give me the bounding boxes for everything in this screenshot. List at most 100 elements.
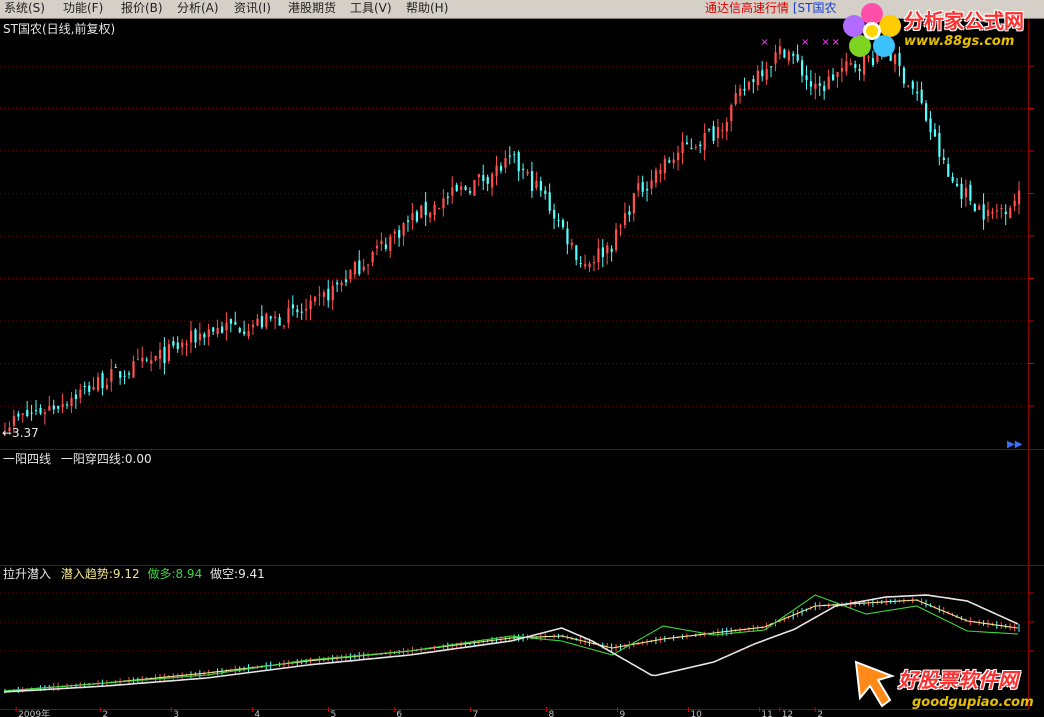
candle-body <box>730 105 733 121</box>
candle-body <box>792 53 795 56</box>
candle-body <box>920 89 923 103</box>
candle-body <box>429 212 432 218</box>
candle-body <box>70 397 73 407</box>
candle-body <box>548 192 551 211</box>
candle-body <box>526 171 529 174</box>
candle-body <box>256 318 259 326</box>
candle-body <box>840 67 844 72</box>
candle-body <box>530 171 534 191</box>
candle-body <box>783 49 786 58</box>
candle-body <box>677 152 680 161</box>
axis-label: 4 <box>254 710 260 717</box>
candle-body <box>557 219 560 221</box>
scroll-right-icon: ▶▶ <box>1007 439 1023 450</box>
axis-label: 9 <box>619 710 625 717</box>
candle-body <box>141 357 144 362</box>
candle-body <box>827 76 830 90</box>
candle-body <box>189 330 193 343</box>
candle-body <box>801 60 804 76</box>
candle-body <box>225 322 228 331</box>
candle-body <box>327 288 330 301</box>
legend-zuoduo: 做多:8.94 <box>147 567 203 581</box>
candle-body <box>150 360 153 364</box>
candle-body <box>858 68 861 72</box>
candle-body <box>34 410 38 412</box>
candle-body <box>238 327 241 333</box>
candle-body <box>579 263 582 265</box>
candle-body <box>956 184 959 187</box>
candle-body <box>247 331 250 337</box>
candle-body <box>282 325 286 327</box>
candle-body <box>362 266 365 271</box>
candle-body <box>52 405 55 410</box>
candle-body <box>663 158 666 174</box>
candle-body <box>375 245 379 249</box>
candle-body <box>499 165 503 171</box>
candle-body <box>951 176 954 182</box>
logo-top-url: www.88gs.com <box>904 34 1015 49</box>
signal-panel-label: 一阳四线 一阳穿四线:0.00 <box>3 452 152 466</box>
candle-body <box>229 318 233 324</box>
candle-body <box>442 198 445 209</box>
candle-body <box>508 155 511 157</box>
site-logo-top: 分析家公式网 www.88gs.com <box>840 0 1044 60</box>
candle-body <box>119 371 122 378</box>
logo-bottom-title: 好股票软件网 <box>898 668 1018 692</box>
candle-body <box>305 308 308 311</box>
candle-body <box>287 308 290 324</box>
candle-body <box>818 83 821 86</box>
candle-body <box>588 263 591 268</box>
candle-body <box>181 342 184 348</box>
candle-body <box>1013 200 1016 207</box>
candle-body <box>163 346 166 364</box>
signal-marker: × <box>821 37 829 48</box>
candle-body <box>154 355 157 361</box>
candle-body <box>809 81 813 87</box>
candle-body <box>185 343 188 345</box>
candle-body <box>601 247 604 257</box>
axis-label: 7 <box>472 710 478 717</box>
candle-body <box>265 313 268 328</box>
candle-body <box>331 285 334 301</box>
candle-body <box>592 262 596 264</box>
candle-body <box>491 173 494 188</box>
candle-body <box>734 93 737 105</box>
candle-body <box>65 404 69 406</box>
candle-body <box>721 129 724 131</box>
candle-body <box>26 410 29 417</box>
main-chart-title: ST国农(日线,前复权) <box>3 22 116 36</box>
chart-area[interactable]: × × × ×▶▶ 2009年 2 3 4 5 6 7 8 9 10 11 12 2 <box>0 0 1044 717</box>
candle-body <box>632 193 635 214</box>
axis-label: 12 <box>782 710 793 717</box>
candle-body <box>690 147 693 149</box>
candle-body <box>539 181 542 191</box>
candle-body <box>845 61 848 72</box>
candle-body <box>57 406 60 409</box>
candle-body <box>973 204 976 212</box>
candle-body <box>380 240 383 245</box>
candle-body <box>367 264 370 266</box>
candle-body <box>243 331 246 334</box>
candle-body <box>685 142 689 145</box>
candle-body <box>991 211 994 214</box>
candle-body <box>570 242 573 246</box>
candle-body <box>30 412 33 414</box>
candle-body <box>340 282 343 286</box>
candle-body <box>74 394 78 399</box>
candle-body <box>902 67 906 84</box>
candle-body <box>437 208 441 210</box>
candle-body <box>504 158 507 168</box>
candle-body <box>739 88 742 96</box>
axis-label: 3 <box>173 710 179 717</box>
candle-body <box>198 333 202 341</box>
candle-body <box>158 349 162 359</box>
signal-marker: × <box>761 37 769 48</box>
candle-body <box>650 180 653 189</box>
candle-body <box>708 129 711 131</box>
candle-body <box>787 51 790 61</box>
candle-body <box>21 413 24 415</box>
candle-body <box>460 186 463 190</box>
candle-body <box>389 236 392 251</box>
candle-body <box>101 373 104 389</box>
candle-body <box>995 210 999 212</box>
